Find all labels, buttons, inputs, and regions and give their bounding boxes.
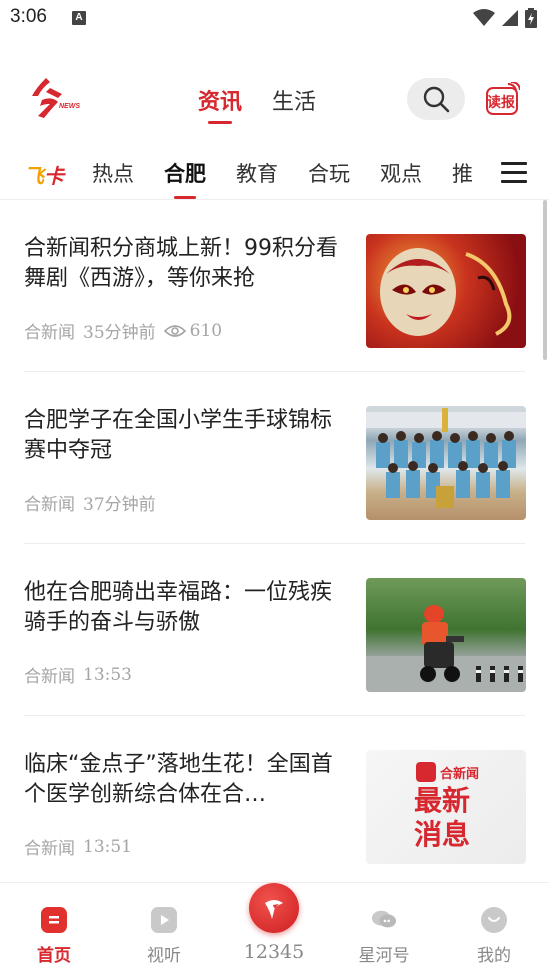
news-title: 合肥学子在全国小学生手球锦标赛中夺冠 — [24, 408, 333, 463]
menu-line — [501, 171, 527, 174]
rider-photo — [366, 605, 526, 692]
thumb-brand-label: 合新闻 — [440, 766, 480, 782]
news-item[interactable]: 合肥学子在全国小学生手球锦标赛中夺冠 合新闻 37分钟前 — [24, 372, 526, 544]
thumb-line-1: 最新 — [414, 784, 471, 817]
category-bar: 飞卡 热点 合肥 教育 合玩 观点 推 — [0, 150, 549, 200]
news-meta: 合新闻 13:51 — [24, 834, 132, 860]
notification-icon: A — [72, 11, 86, 25]
read-paper-button[interactable]: 读报 — [484, 81, 521, 116]
nav-home[interactable]: 首页 — [14, 907, 94, 966]
hotline-button[interactable] — [249, 883, 299, 933]
status-time: 3:06 — [10, 6, 47, 27]
category-tabs: 热点 合肥 教育 合玩 观点 推 — [92, 158, 473, 199]
brand-logo-icon — [416, 762, 436, 782]
read-paper-label: 读报 — [487, 95, 515, 111]
news-feed: 合新闻积分商城上新！99积分看舞剧《西游》，等你来抢 合新闻 35分钟前 610 — [0, 200, 549, 888]
monkey-king-illustration — [380, 248, 512, 336]
top-tabs: 资讯 生活 — [198, 84, 316, 124]
svg-text:NEWS: NEWS — [59, 103, 80, 110]
app-header: NEWS 资讯 生活 读报 — [0, 56, 549, 142]
status-icons — [473, 8, 537, 28]
news-source: 合新闻 — [24, 839, 75, 859]
news-time: 35分钟前 — [83, 323, 156, 343]
nav-xinghe-label: 星河号 — [358, 946, 410, 966]
news-meta: 合新闻 13:53 — [24, 662, 132, 688]
menu-line — [501, 162, 527, 165]
news-time: 13:53 — [83, 664, 132, 685]
menu-line — [501, 180, 527, 183]
category-play[interactable]: 合玩 — [308, 158, 350, 188]
news-title: 他在合肥骑出幸福路：一位残疾骑手的奋斗与骄傲 — [24, 580, 333, 635]
news-thumbnail: 合新闻 最新 消息 — [366, 750, 526, 864]
news-item[interactable]: 临床“金点子”落地生花！全国首个医学创新综合体在合… 合新闻 13:51 合新闻… — [24, 716, 526, 888]
thumb-line-2: 消息 — [414, 818, 471, 851]
news-thumbnail — [366, 234, 526, 348]
category-education[interactable]: 教育 — [236, 158, 278, 188]
hefei-news-logo[interactable]: NEWS — [28, 74, 80, 122]
news-title: 临床“金点子”落地生花！全国首个医学创新综合体在合… — [24, 752, 333, 807]
news-views: 610 — [163, 320, 223, 341]
category-hefei[interactable]: 合肥 — [164, 158, 206, 199]
home-icon — [41, 907, 67, 933]
tab-news[interactable]: 资讯 — [198, 84, 242, 124]
nav-mine-label: 我的 — [477, 946, 511, 966]
news-title: 合新闻积分商城上新！99积分看舞剧《西游》，等你来抢 — [24, 236, 338, 291]
feika-a: 飞 — [24, 164, 44, 188]
feika-logo[interactable]: 飞卡 — [24, 160, 64, 189]
nav-xinghe[interactable]: 星河号 — [344, 907, 424, 966]
profile-icon — [481, 907, 507, 933]
news-meta: 合新闻 35分钟前 610 — [24, 318, 223, 344]
hotline-icon — [265, 900, 283, 919]
news-item[interactable]: 他在合肥骑出幸福路：一位残疾骑手的奋斗与骄傲 合新闻 13:53 — [24, 544, 526, 716]
category-hot[interactable]: 热点 — [92, 158, 134, 188]
team-photo — [366, 408, 526, 508]
news-thumbnail — [366, 406, 526, 520]
news-thumbnail — [366, 578, 526, 692]
battery-icon — [525, 8, 537, 28]
nav-video[interactable]: 视听 — [124, 907, 204, 966]
nav-video-label: 视听 — [147, 946, 181, 966]
nav-home-label: 首页 — [37, 946, 71, 966]
news-meta: 合新闻 37分钟前 — [24, 490, 156, 515]
view-count: 610 — [189, 320, 223, 341]
nav-mine[interactable]: 我的 — [454, 907, 534, 966]
category-menu-button[interactable] — [501, 162, 527, 186]
status-bar: 3:06 A — [0, 0, 549, 40]
news-time: 37分钟前 — [83, 495, 156, 515]
thumb-brand: 合新闻 — [416, 762, 479, 782]
chat-icon — [371, 907, 397, 933]
search-icon — [423, 86, 450, 113]
hotline-label: 12345 — [243, 941, 305, 963]
feika-b: 卡 — [44, 164, 64, 188]
news-source: 合新闻 — [24, 667, 75, 687]
news-item[interactable]: 合新闻积分商城上新！99积分看舞剧《西游》，等你来抢 合新闻 35分钟前 610 — [24, 200, 526, 372]
news-source: 合新闻 — [24, 323, 75, 343]
signal-icon — [502, 10, 518, 26]
category-opinion[interactable]: 观点 — [380, 158, 422, 188]
news-time: 13:51 — [83, 836, 132, 857]
wifi-icon — [473, 9, 495, 26]
thumb-headline: 最新 消息 — [414, 784, 470, 852]
play-icon — [151, 907, 177, 933]
category-more[interactable]: 推 — [452, 158, 473, 188]
bottom-nav: 首页 视听 12345 星河号 我的 — [0, 882, 549, 976]
eye-icon — [163, 324, 186, 337]
news-source: 合新闻 — [24, 495, 75, 515]
search-button[interactable] — [407, 78, 465, 120]
tab-life[interactable]: 生活 — [272, 84, 316, 116]
